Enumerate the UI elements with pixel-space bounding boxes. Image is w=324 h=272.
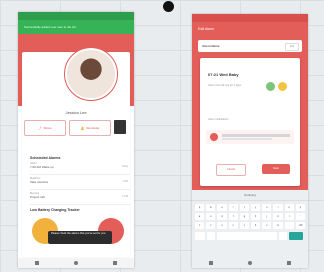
- qr-code-icon[interactable]: [114, 120, 126, 134]
- section-label: Alarm Notification: [208, 118, 229, 121]
- progress-title: Low Battery Charging Tracker: [30, 208, 80, 212]
- key[interactable]: j: [262, 213, 272, 220]
- keyboard-keys: q w e r t y u i o p a s d f g h j k l ' …: [192, 201, 308, 232]
- share-label: Share: [43, 126, 52, 130]
- share-icon: ⤴: [38, 126, 42, 130]
- status-bar: [18, 12, 134, 20]
- back-icon[interactable]: [209, 261, 214, 265]
- field-label: Alarm Name: [202, 44, 220, 48]
- save-button[interactable]: Save: [262, 164, 290, 174]
- notification-text: [222, 138, 272, 140]
- avatar[interactable]: [64, 47, 118, 101]
- key[interactable]: r: [228, 204, 238, 211]
- home-icon[interactable]: [73, 261, 78, 265]
- list-item[interactable]: Medicine Take vitamins 9:00: [30, 177, 130, 190]
- row-time: 9:00: [122, 180, 128, 183]
- key[interactable]: ,: [284, 222, 294, 229]
- right-phone-screen: Edit Alarm Alarm Name Edit 07:21 Wed Bab…: [192, 14, 308, 268]
- key[interactable]: m: [273, 222, 283, 229]
- alarm-name-field[interactable]: Alarm Name Edit: [198, 40, 302, 52]
- yellow-toggle-icon[interactable]: [278, 82, 287, 91]
- key[interactable]: e: [217, 204, 227, 211]
- key[interactable]: x: [217, 222, 227, 229]
- key[interactable]: u: [262, 204, 272, 211]
- toast-message: Please check the alarms that you've set …: [48, 231, 112, 244]
- dialog-title: 07:21 Wed Baby: [208, 72, 239, 77]
- key[interactable]: g: [239, 213, 249, 220]
- notification-item[interactable]: [206, 130, 294, 144]
- key[interactable]: s: [206, 213, 216, 220]
- left-phone-screen: Successfully added new user to the list …: [18, 12, 134, 268]
- profile-name: Jessica Lee: [65, 110, 87, 115]
- share-button[interactable]: ⤴ Share: [24, 120, 66, 136]
- status-bar: [192, 14, 308, 22]
- reminder-button[interactable]: 🔔 Reminder: [69, 120, 111, 136]
- on-screen-keyboard[interactable]: Notifying q w e r t y u i o p a s d f g …: [192, 190, 308, 268]
- list-item[interactable]: Meeting Project call 3 PM: [30, 192, 130, 205]
- key[interactable]: o: [284, 204, 294, 211]
- symbols-key[interactable]: [195, 232, 205, 240]
- row-value: Take vitamins: [30, 180, 49, 184]
- key[interactable]: y: [250, 204, 261, 211]
- keyboard-suggestion[interactable]: Notifying: [192, 190, 308, 201]
- green-toggle-icon[interactable]: [266, 82, 275, 91]
- success-banner: Successfully added new user to the list: [18, 20, 134, 34]
- key[interactable]: w: [206, 204, 216, 211]
- reminder-label: Reminder: [86, 126, 100, 130]
- key[interactable]: q: [195, 204, 205, 211]
- recents-icon[interactable]: [112, 261, 117, 265]
- list-item[interactable]: Alarm 7:00 AM Wake up Daily: [30, 162, 130, 175]
- key[interactable]: ⌫: [295, 222, 305, 229]
- row-value: Project call: [30, 195, 45, 199]
- key[interactable]: ⇧: [195, 222, 205, 229]
- dialog-subtitle: Alarm that will ring for 2 days: [208, 84, 242, 87]
- row-value: 7:00 AM Wake up: [30, 165, 54, 169]
- android-nav-bar: [192, 258, 308, 268]
- key[interactable]: h: [250, 213, 261, 220]
- key[interactable]: b: [250, 222, 261, 229]
- key[interactable]: i: [273, 204, 283, 211]
- bell-icon: 🔔: [80, 126, 85, 130]
- android-nav-bar: [18, 258, 134, 268]
- key[interactable]: z: [206, 222, 216, 229]
- enter-key[interactable]: [289, 232, 303, 240]
- cancel-button[interactable]: Cancel: [216, 164, 246, 176]
- key[interactable]: l: [284, 213, 294, 220]
- row-time: Daily: [122, 165, 128, 168]
- edit-button[interactable]: Edit: [285, 43, 299, 51]
- key[interactable]: n: [262, 222, 272, 229]
- camera-dot: [163, 1, 174, 12]
- period-key[interactable]: [279, 232, 287, 240]
- key[interactable]: c: [228, 222, 238, 229]
- key[interactable]: t: [239, 204, 249, 211]
- space-key[interactable]: [217, 232, 277, 240]
- alarm-icon: [210, 133, 218, 141]
- home-icon[interactable]: [247, 261, 252, 265]
- emoji-key[interactable]: [207, 232, 215, 240]
- key[interactable]: f: [228, 213, 238, 220]
- key[interactable]: a: [195, 213, 205, 220]
- key[interactable]: v: [239, 222, 249, 229]
- key[interactable]: d: [217, 213, 227, 220]
- key[interactable]: p: [295, 204, 305, 211]
- row-time: 3 PM: [121, 195, 128, 198]
- recents-icon[interactable]: [286, 261, 291, 265]
- keyboard-bottom-row: [192, 232, 308, 240]
- back-icon[interactable]: [35, 261, 40, 265]
- edit-dialog: 07:21 Wed Baby Alarm that will ring for …: [200, 58, 300, 186]
- key[interactable]: ': [295, 213, 305, 220]
- key[interactable]: k: [273, 213, 283, 220]
- page-title: Edit Alarm: [198, 27, 214, 31]
- section-title: Scheduled Alarms: [30, 156, 61, 160]
- profile-actions: ⤴ Share 🔔 Reminder: [24, 120, 128, 136]
- notification-text: [222, 134, 290, 137]
